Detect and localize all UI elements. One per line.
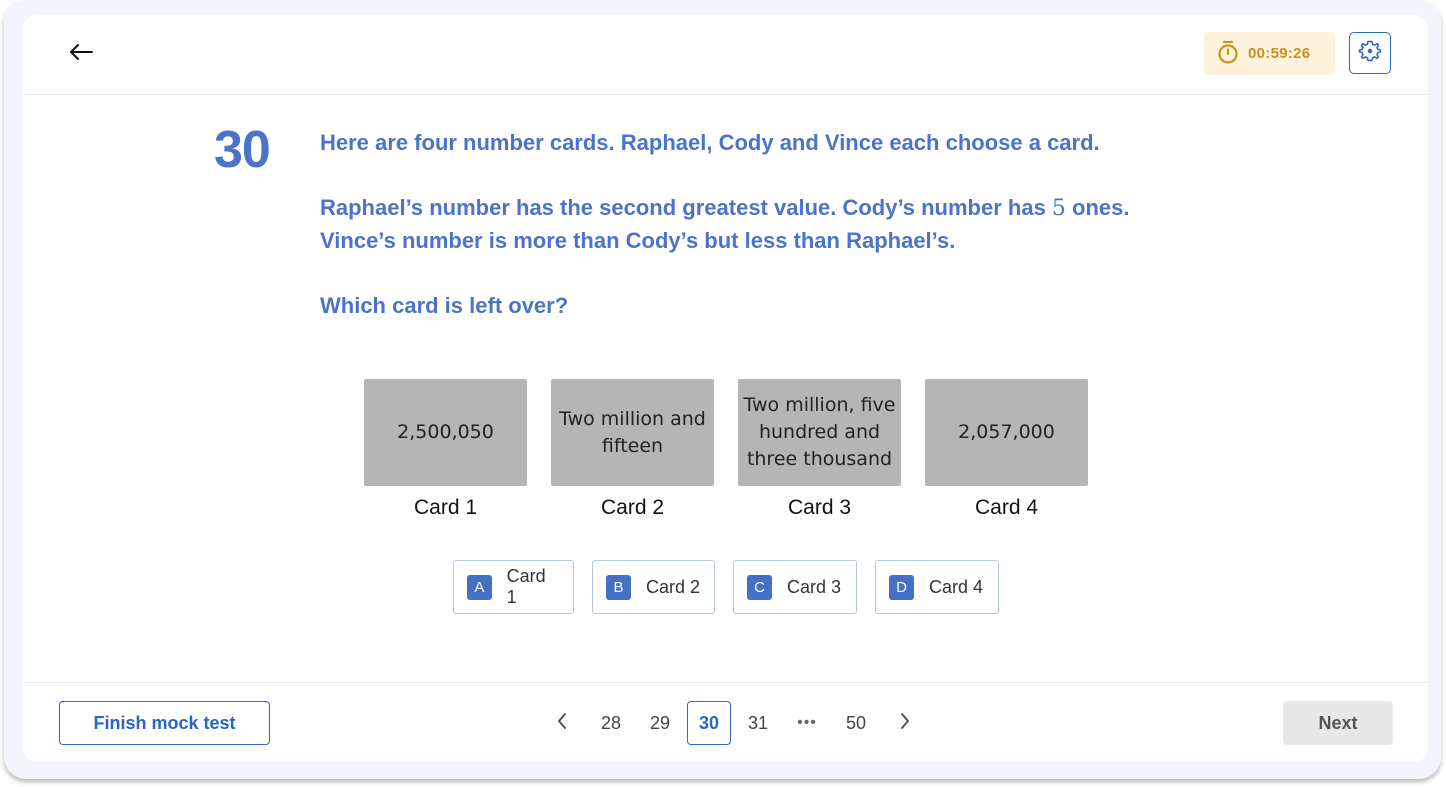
number-card: Two million, five hundred and three thou… [738, 379, 901, 521]
page-frame: 00:59:26 30 Here are four number cards. … [4, 0, 1441, 779]
option-text: Card 4 [929, 576, 984, 597]
test-panel: 00:59:26 30 Here are four number cards. … [23, 15, 1428, 762]
option-letter-badge: C [747, 574, 772, 600]
page-31[interactable]: 31 [736, 701, 780, 745]
timer-value: 00:59:26 [1248, 45, 1311, 62]
chevron-left-icon [556, 712, 568, 735]
number-card: 2,057,000 Card 4 [925, 379, 1088, 521]
number-card: 2,500,050 Card 1 [364, 379, 527, 521]
number-card: Two million and fifteen Card 2 [551, 379, 714, 521]
finish-mock-test-button[interactable]: Finish mock test [59, 701, 270, 745]
card-value: Two million and fifteen [551, 379, 714, 486]
card-label: Card 2 [600, 496, 665, 519]
pagination-next-button[interactable] [883, 701, 927, 745]
question-number: 30 [214, 121, 271, 179]
page-30-current[interactable]: 30 [687, 701, 731, 745]
page-50[interactable]: 50 [834, 701, 878, 745]
question-clue-1: Raphael’s number has the second greatest… [320, 192, 1220, 225]
option-text: Card 2 [646, 576, 701, 597]
timer: 00:59:26 [1204, 32, 1335, 75]
pagination: 28 29 30 31 ••• 50 [540, 701, 932, 745]
number-cards: 2,500,050 Card 1 Two million and fifteen… [364, 379, 1088, 521]
stopwatch-icon [1217, 40, 1248, 68]
card-label: Card 3 [787, 496, 852, 519]
card-label: Card 1 [413, 496, 478, 519]
next-button[interactable]: Next [1283, 701, 1393, 745]
card-value: 2,057,000 [925, 379, 1088, 486]
math-number: 5 [1051, 196, 1066, 221]
clue-text: Raphael’s number has the second greatest… [320, 195, 1052, 220]
option-c[interactable]: C Card 3 [733, 560, 857, 614]
pagination-prev-button[interactable] [540, 701, 584, 745]
question-text: Here are four number cards. Raphael, Cod… [320, 127, 1220, 322]
card-value: 2,500,050 [364, 379, 527, 486]
option-text: Card 3 [787, 576, 842, 597]
clue-text: ones. [1065, 195, 1130, 220]
card-label: Card 4 [974, 496, 1039, 519]
page-29[interactable]: 29 [638, 701, 682, 745]
option-letter-badge: A [467, 574, 492, 600]
card-value: Two million, five hundred and three thou… [738, 379, 901, 486]
footer: Finish mock test 28 29 30 31 ••• 50 Next [23, 682, 1428, 763]
answer-options: A Card 1 B Card 2 C Card 3 D Card 4 [453, 560, 999, 614]
back-button[interactable] [67, 40, 95, 68]
option-letter-badge: D [889, 574, 914, 600]
chevron-right-icon [899, 712, 911, 735]
page-28[interactable]: 28 [589, 701, 633, 745]
option-letter-badge: B [606, 574, 631, 600]
settings-button[interactable] [1349, 32, 1391, 74]
question-prompt: Which card is left over? [320, 293, 569, 318]
option-text: Card 1 [506, 566, 546, 607]
arrow-left-icon [69, 43, 93, 65]
option-b[interactable]: B Card 2 [592, 560, 715, 614]
pagination-ellipsis: ••• [797, 714, 817, 731]
question-clue-2: Vince’s number is more than Cody’s but l… [320, 228, 956, 253]
option-a[interactable]: A Card 1 [453, 560, 574, 614]
header: 00:59:26 [23, 15, 1428, 95]
question-intro: Here are four number cards. Raphael, Cod… [320, 130, 1100, 155]
option-d[interactable]: D Card 4 [875, 560, 999, 614]
gear-icon [1358, 39, 1382, 68]
